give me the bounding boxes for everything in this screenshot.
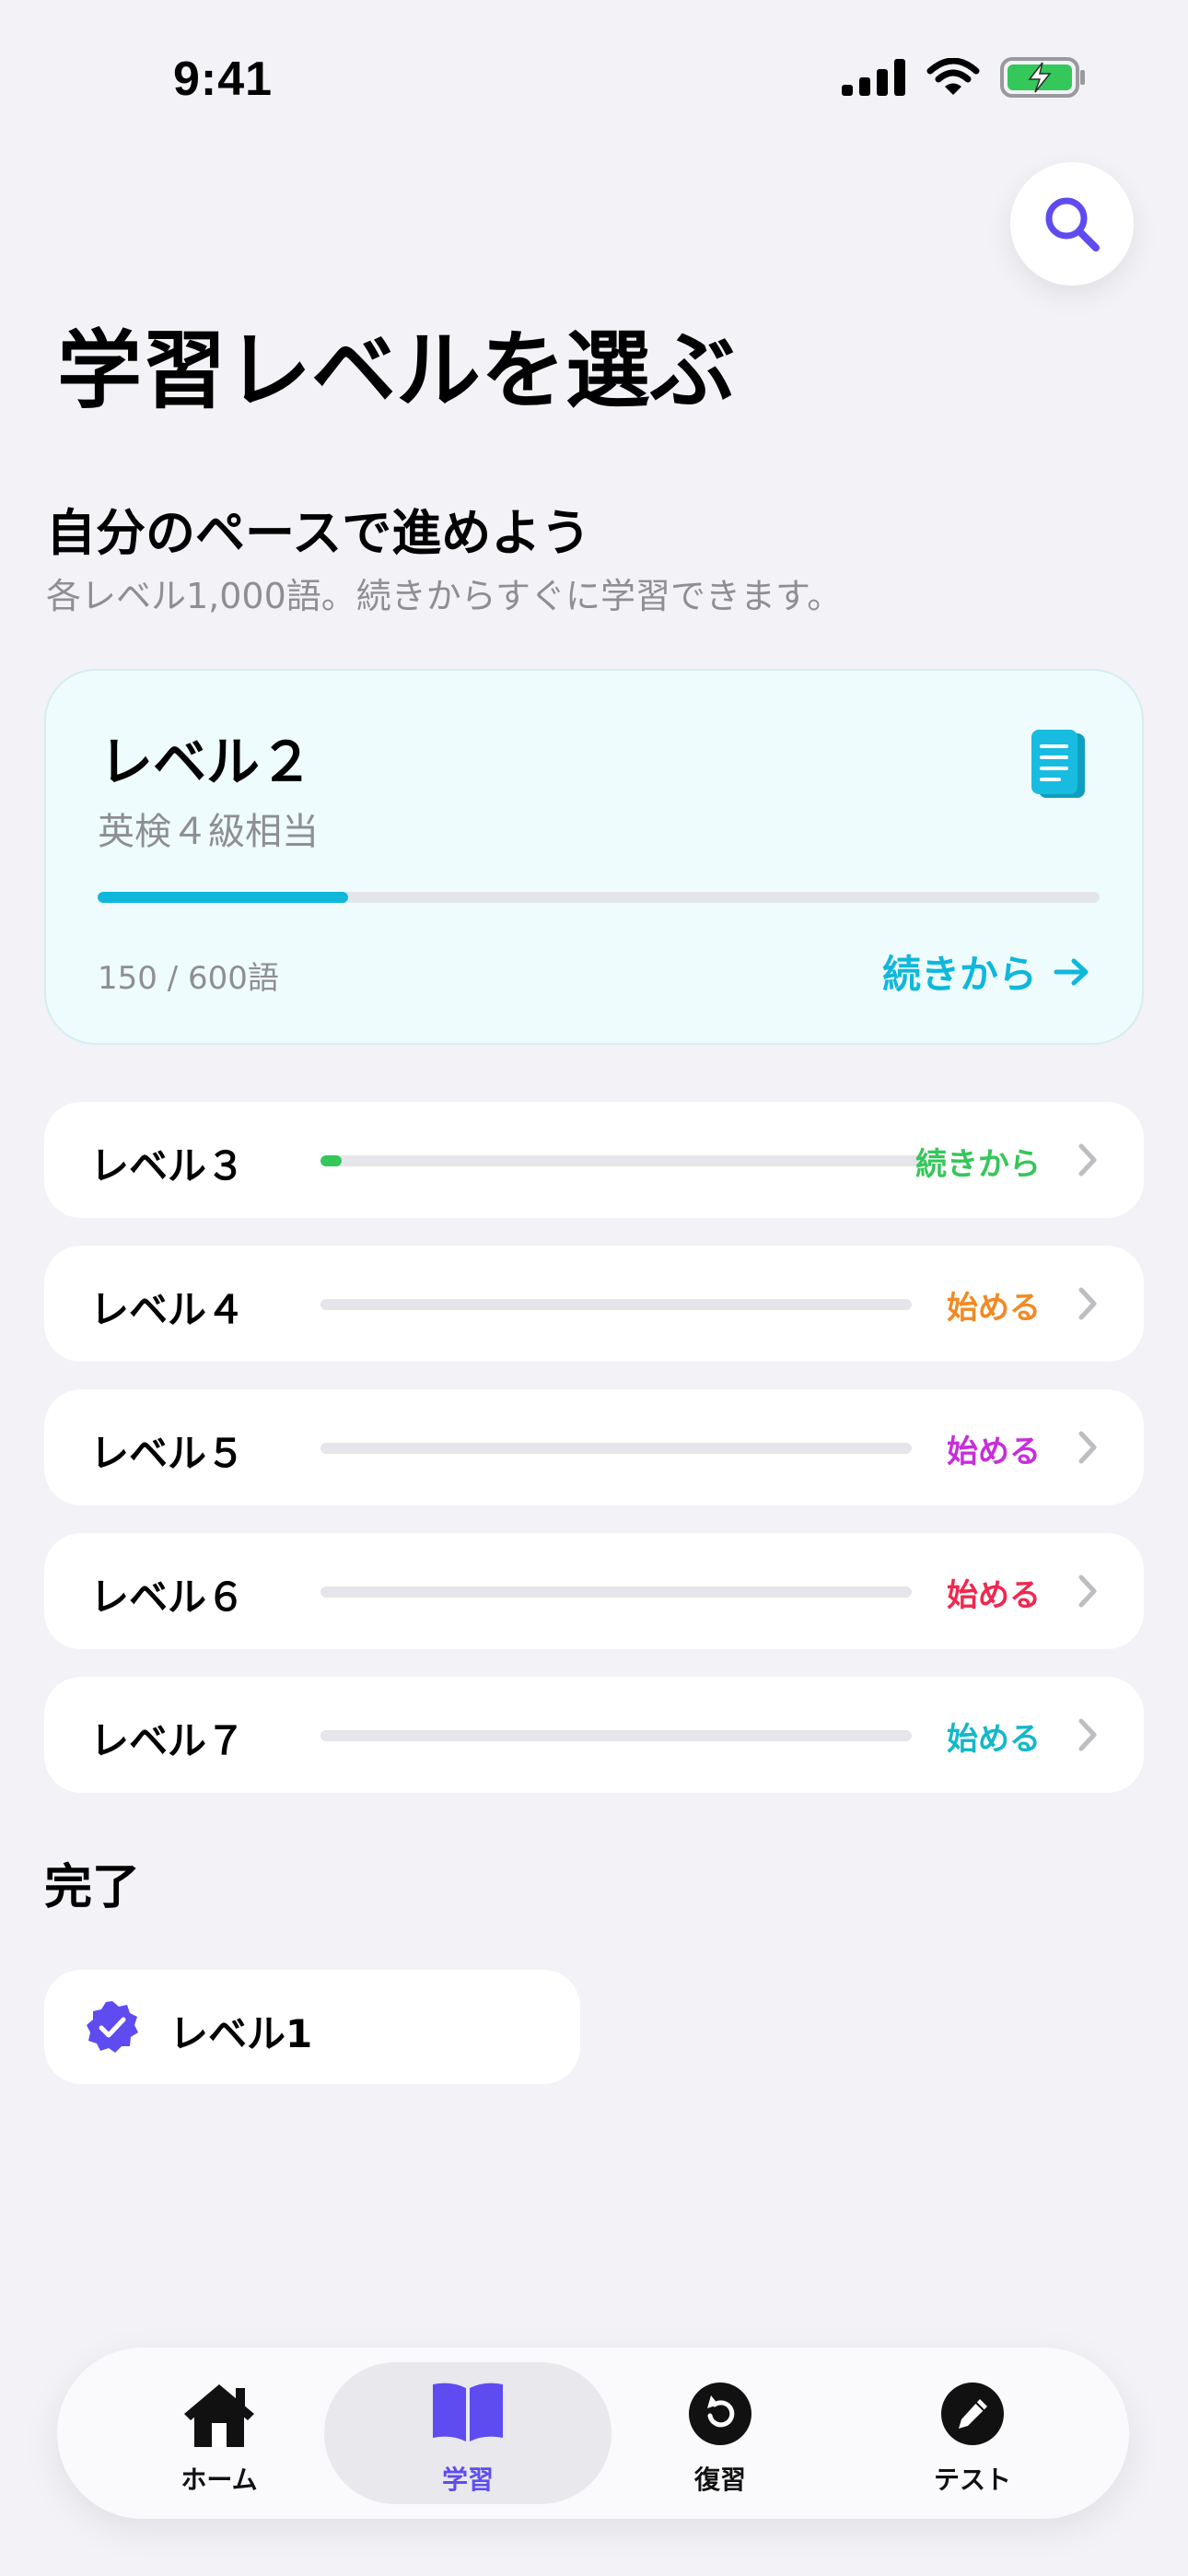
level-action: 始める: [947, 1577, 1041, 1614]
current-level-progress-fill: [98, 892, 348, 903]
wifi-icon: [926, 58, 980, 95]
completed-heading: 完了: [44, 1860, 141, 1915]
current-level-card[interactable]: レベル２ 英検４級相当 150 / 600語 続きから: [44, 669, 1144, 1045]
level-label: レベル６: [90, 1575, 246, 1620]
current-level-word-count: 150 / 600語: [98, 960, 279, 997]
chevron-right-icon: [1078, 1143, 1097, 1177]
level-label: レベル３: [90, 1143, 246, 1188]
cellular-signal-icon: [842, 59, 905, 96]
page-description: 各レベル1,000語。続きからすぐに学習できます。: [46, 576, 843, 616]
level-row-4[interactable]: レベル４ 始める: [44, 1246, 1144, 1362]
tab-review[interactable]: 復習: [577, 2362, 864, 2504]
tab-label: 学習: [441, 2465, 494, 2495]
tab-bar: ホーム 学習 復習 テスト: [57, 2348, 1129, 2519]
tab-home[interactable]: ホーム: [76, 2362, 363, 2504]
notebook-icon: [1028, 728, 1089, 805]
completed-level-label: レベル1: [169, 2011, 313, 2056]
level-action: 始める: [947, 1434, 1041, 1470]
tab-label: 復習: [693, 2465, 746, 2495]
tab-label: ホーム: [181, 2465, 258, 2495]
level-progress-fill: [320, 1155, 343, 1166]
tab-test[interactable]: テスト: [829, 2362, 1116, 2504]
status-time: 9:41: [173, 53, 274, 106]
level-progress-bar: [320, 1443, 912, 1454]
pencil-icon: [941, 2383, 1004, 2445]
continue-label: 続きから: [881, 952, 1037, 997]
page-title: 学習レベルを選ぶ: [57, 322, 736, 420]
chevron-right-icon: [1078, 1431, 1097, 1464]
status-icons: [842, 57, 1087, 98]
search-icon: [1045, 197, 1100, 252]
level-row-5[interactable]: レベル５ 始める: [44, 1389, 1144, 1505]
level-label: レベル７: [90, 1718, 246, 1763]
level-progress-bar: [320, 1587, 912, 1598]
level-action: 続きから: [915, 1146, 1041, 1183]
chevron-right-icon: [1078, 1287, 1097, 1320]
open-book-icon: [433, 2383, 503, 2441]
search-button[interactable]: [1010, 162, 1134, 286]
home-icon: [184, 2384, 254, 2447]
level-progress-bar: [320, 1299, 912, 1310]
battery-charging-icon: [1000, 57, 1085, 98]
continue-button[interactable]: 続きから: [882, 943, 1090, 1000]
level-action: 始める: [947, 1721, 1041, 1758]
review-icon: [689, 2383, 751, 2445]
page-subtitle: 自分のペースで進めよう: [46, 504, 591, 562]
current-level-progress-bar: [98, 892, 1100, 903]
level-progress-bar: [320, 1155, 926, 1166]
level-action: 始める: [947, 1290, 1041, 1327]
status-bar: 9:41: [0, 0, 1188, 157]
level-label: レベル４: [90, 1287, 246, 1332]
arrow-right-icon: [1054, 958, 1089, 985]
tab-study[interactable]: 学習: [324, 2362, 611, 2504]
current-level-label: レベル２: [99, 731, 314, 793]
level-row-3[interactable]: レベル３ 続きから: [44, 1102, 1144, 1218]
tab-label: テスト: [933, 2465, 1011, 2495]
level-row-6[interactable]: レベル６ 始める: [44, 1533, 1144, 1649]
level-row-7[interactable]: レベル７ 始める: [44, 1677, 1144, 1793]
verified-badge-icon: [87, 2001, 138, 2053]
chevron-right-icon: [1078, 1718, 1097, 1751]
screen: 9:41 学習レベルを選ぶ 自分のペースで進めよう 各レベル1,000語。続きか…: [0, 0, 1188, 2576]
completed-level-row[interactable]: レベル1: [44, 1970, 580, 2084]
chevron-right-icon: [1078, 1575, 1097, 1608]
level-label: レベル５: [90, 1431, 246, 1476]
level-progress-bar: [320, 1730, 912, 1741]
current-level-equivalent: 英検４級相当: [98, 811, 319, 853]
